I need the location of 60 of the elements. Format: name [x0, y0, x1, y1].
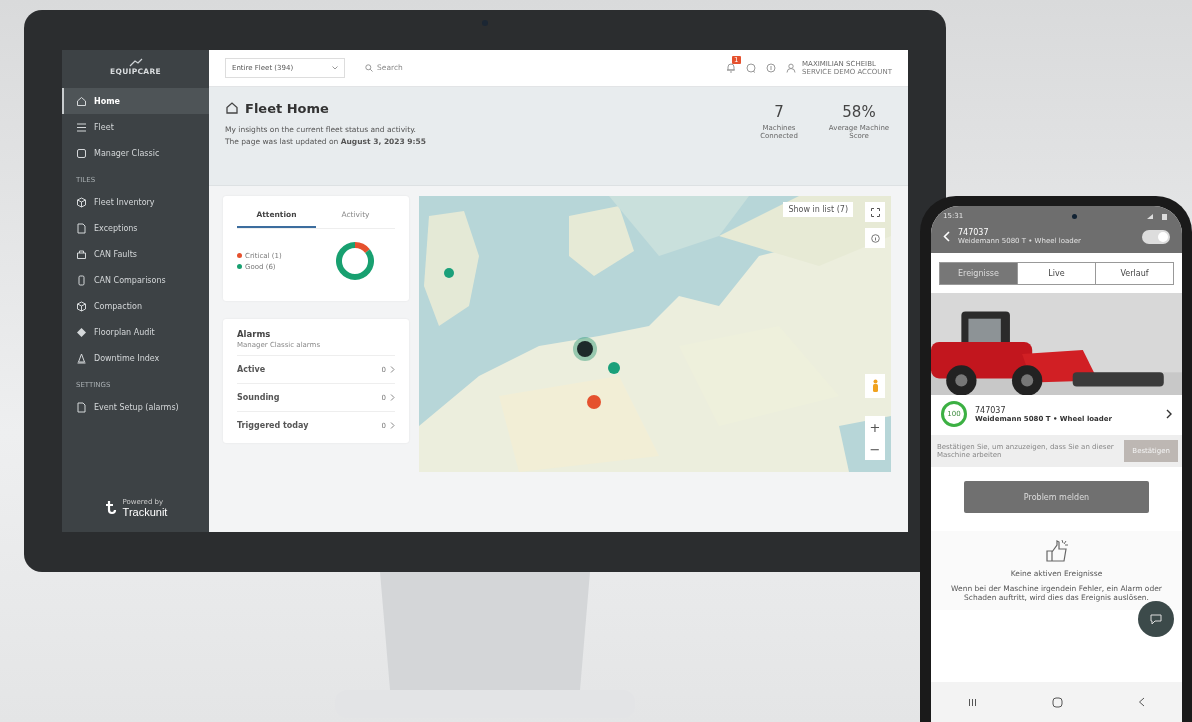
- list-icon: [76, 121, 87, 133]
- cube-icon: [76, 196, 87, 208]
- sidebar-item[interactable]: Event Setup (alarms): [62, 394, 209, 420]
- page-title: Fleet Home: [245, 100, 329, 116]
- house-icon: [225, 101, 239, 116]
- document-icon: [76, 222, 87, 234]
- chevron-down-icon: [332, 65, 338, 70]
- segment-tab[interactable]: Live: [1017, 263, 1095, 284]
- fullscreen-icon: [870, 207, 880, 217]
- cube-icon: [76, 300, 87, 312]
- camera-icon: [1072, 213, 1078, 219]
- chevron-right-icon: [390, 394, 395, 401]
- chat-icon: [1150, 613, 1162, 625]
- sidebar-item[interactable]: Fleet: [62, 114, 209, 140]
- cone-icon: [76, 352, 87, 364]
- card-title: Alarms: [237, 329, 272, 339]
- alarm-label: Sounding: [237, 393, 281, 402]
- chat-icon[interactable]: [746, 62, 757, 73]
- sidebar-item[interactable]: Compaction: [62, 293, 209, 319]
- brand-name: Trackunit: [122, 506, 168, 518]
- sidebar-item[interactable]: Floorplan Audit: [62, 319, 209, 345]
- sidebar-item[interactable]: Exceptions: [62, 215, 209, 241]
- sidebar-item[interactable]: Downtime Index: [62, 345, 209, 371]
- stat-value: 58%: [842, 102, 876, 121]
- home-button-icon[interactable]: [1052, 696, 1063, 708]
- device-icon: [76, 274, 87, 286]
- bell-icon[interactable]: [726, 62, 737, 74]
- person-figure-icon: [871, 379, 879, 393]
- thumbs-up-icon: [1043, 539, 1070, 563]
- sidebar-item[interactable]: Manager Classic: [62, 140, 209, 166]
- logo-icon: [128, 58, 143, 67]
- stat-value: 7: [774, 102, 784, 121]
- search-icon: [365, 63, 373, 72]
- info-icon: [870, 233, 880, 243]
- house-icon: [76, 95, 87, 107]
- segment-tab[interactable]: Verlauf: [1095, 263, 1173, 284]
- machine-id: 747037: [958, 228, 990, 237]
- sidebar-item[interactable]: Home: [62, 88, 209, 114]
- alarm-label: Active: [237, 365, 267, 374]
- document-icon: [76, 401, 87, 413]
- report-problem-button[interactable]: Problem melden: [964, 481, 1149, 513]
- status-icons: [1146, 212, 1170, 220]
- toggle-switch[interactable]: [1142, 229, 1170, 244]
- sidebar-item[interactable]: CAN Comparisons: [62, 267, 209, 293]
- alarm-label: Triggered today: [237, 421, 310, 430]
- chevron-right-icon: [390, 422, 395, 429]
- machine-id: 747037: [975, 405, 1007, 415]
- diamond-icon: [76, 326, 87, 338]
- chevron-right-icon: [390, 366, 395, 373]
- sidebar-item[interactable]: CAN Faults: [62, 241, 209, 267]
- show-in-list-button[interactable]: Show in list (7): [783, 202, 853, 217]
- chevron-right-icon: [1166, 409, 1172, 419]
- help-icon[interactable]: [766, 62, 777, 73]
- fullscreen-button[interactable]: [865, 202, 885, 222]
- back-icon[interactable]: [1137, 697, 1145, 707]
- monitor-icon: [76, 147, 87, 159]
- chat-button[interactable]: [1138, 601, 1174, 637]
- sidebar-item[interactable]: Fleet Inventory: [62, 189, 209, 215]
- recent-apps-icon[interactable]: [968, 697, 978, 707]
- info-button[interactable]: [865, 228, 885, 248]
